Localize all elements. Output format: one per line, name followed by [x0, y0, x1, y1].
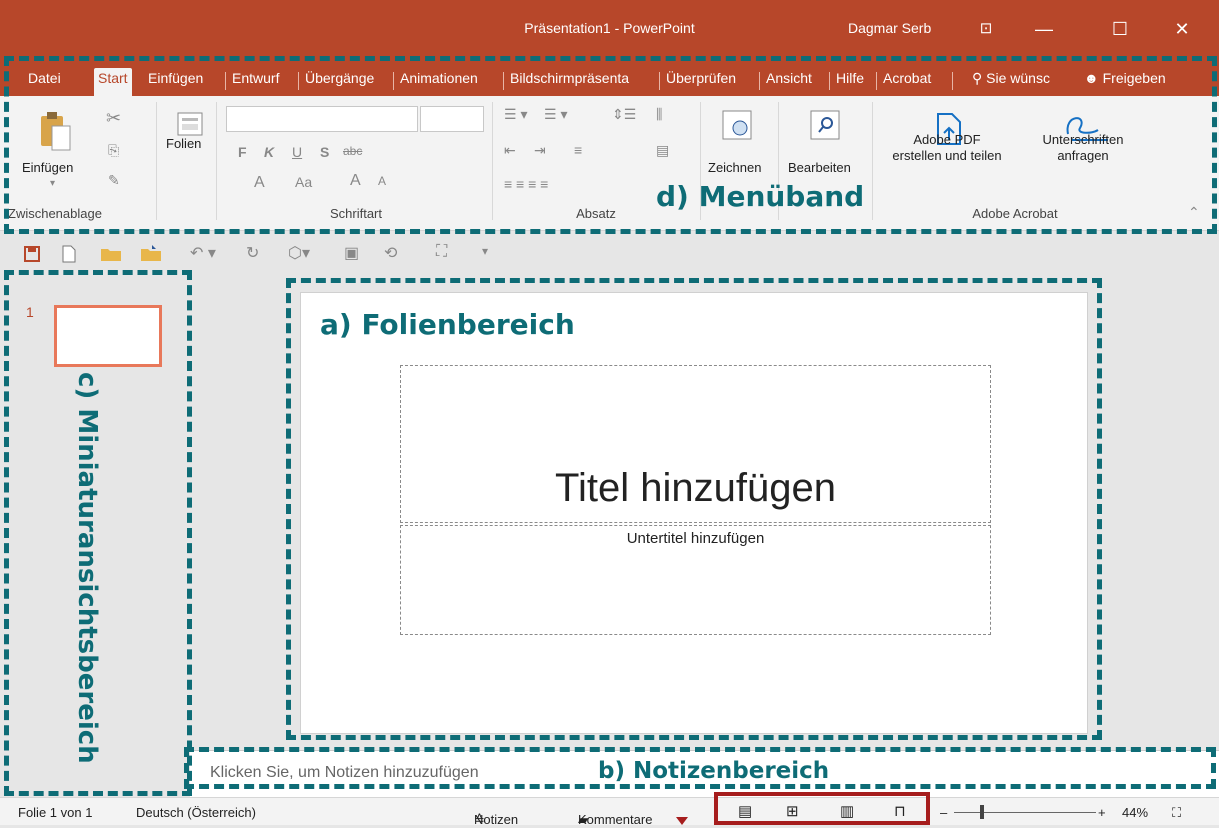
zoom-slider-handle[interactable]: [980, 805, 984, 819]
view-buttons-highlight: [714, 792, 930, 825]
annotation-box-slide: [286, 278, 1102, 740]
annotation-label-slide: a) Folienbereich: [320, 308, 575, 341]
highlight-arrow-icon: [676, 817, 688, 825]
quick-access-toolbar: ↶ ▾ ↻ ⬡▾ ▣ ⟲ ⛶ ▾: [0, 232, 1219, 272]
undo-icon[interactable]: ↶ ▾: [190, 243, 216, 263]
title-bar: Präsentation1 - PowerPoint Dagmar Serb ⊡…: [0, 0, 1219, 60]
annotation-label-notes: b) Notizenbereich: [598, 758, 830, 784]
slide-counter: Folie 1 von 1: [18, 805, 93, 820]
zoom-level[interactable]: 44%: [1122, 805, 1148, 820]
fit-to-window-icon[interactable]: ⛶: [1172, 805, 1181, 821]
arrange-icon[interactable]: ⟲: [384, 243, 397, 263]
status-bar: Folie 1 von 1 Deutsch (Österreich) ≙ Not…: [0, 797, 1219, 827]
minimize-button[interactable]: —: [1024, 12, 1064, 46]
annotation-label-ribbon: d) Menüband: [656, 180, 865, 213]
recent-folder-icon[interactable]: [140, 244, 162, 262]
new-file-icon[interactable]: [62, 245, 76, 263]
zoom-out-button[interactable]: –: [940, 805, 947, 820]
zoom-in-button[interactable]: +: [1098, 805, 1106, 820]
annotation-label-thumbnails: c) Miniaturansichtsbereich: [72, 372, 102, 764]
maximize-button[interactable]: ☐: [1100, 12, 1140, 46]
language-indicator[interactable]: Deutsch (Österreich): [136, 805, 256, 820]
picture-icon[interactable]: ▣: [344, 243, 359, 263]
zoom-slider[interactable]: [954, 812, 1096, 813]
present-icon[interactable]: ⛶: [436, 243, 447, 261]
customize-qat-icon[interactable]: ▾: [482, 244, 488, 258]
open-folder-icon[interactable]: [100, 246, 122, 262]
annotation-box-ribbon: [4, 56, 1217, 234]
save-icon[interactable]: [24, 246, 40, 262]
ribbon-display-options-icon[interactable]: ⊡: [966, 12, 1006, 46]
shape-tools-icon[interactable]: ⬡▾: [288, 243, 310, 263]
redo-icon[interactable]: ↻: [246, 243, 259, 263]
close-button[interactable]: ✕: [1162, 12, 1202, 46]
user-name[interactable]: Dagmar Serb: [848, 20, 931, 36]
